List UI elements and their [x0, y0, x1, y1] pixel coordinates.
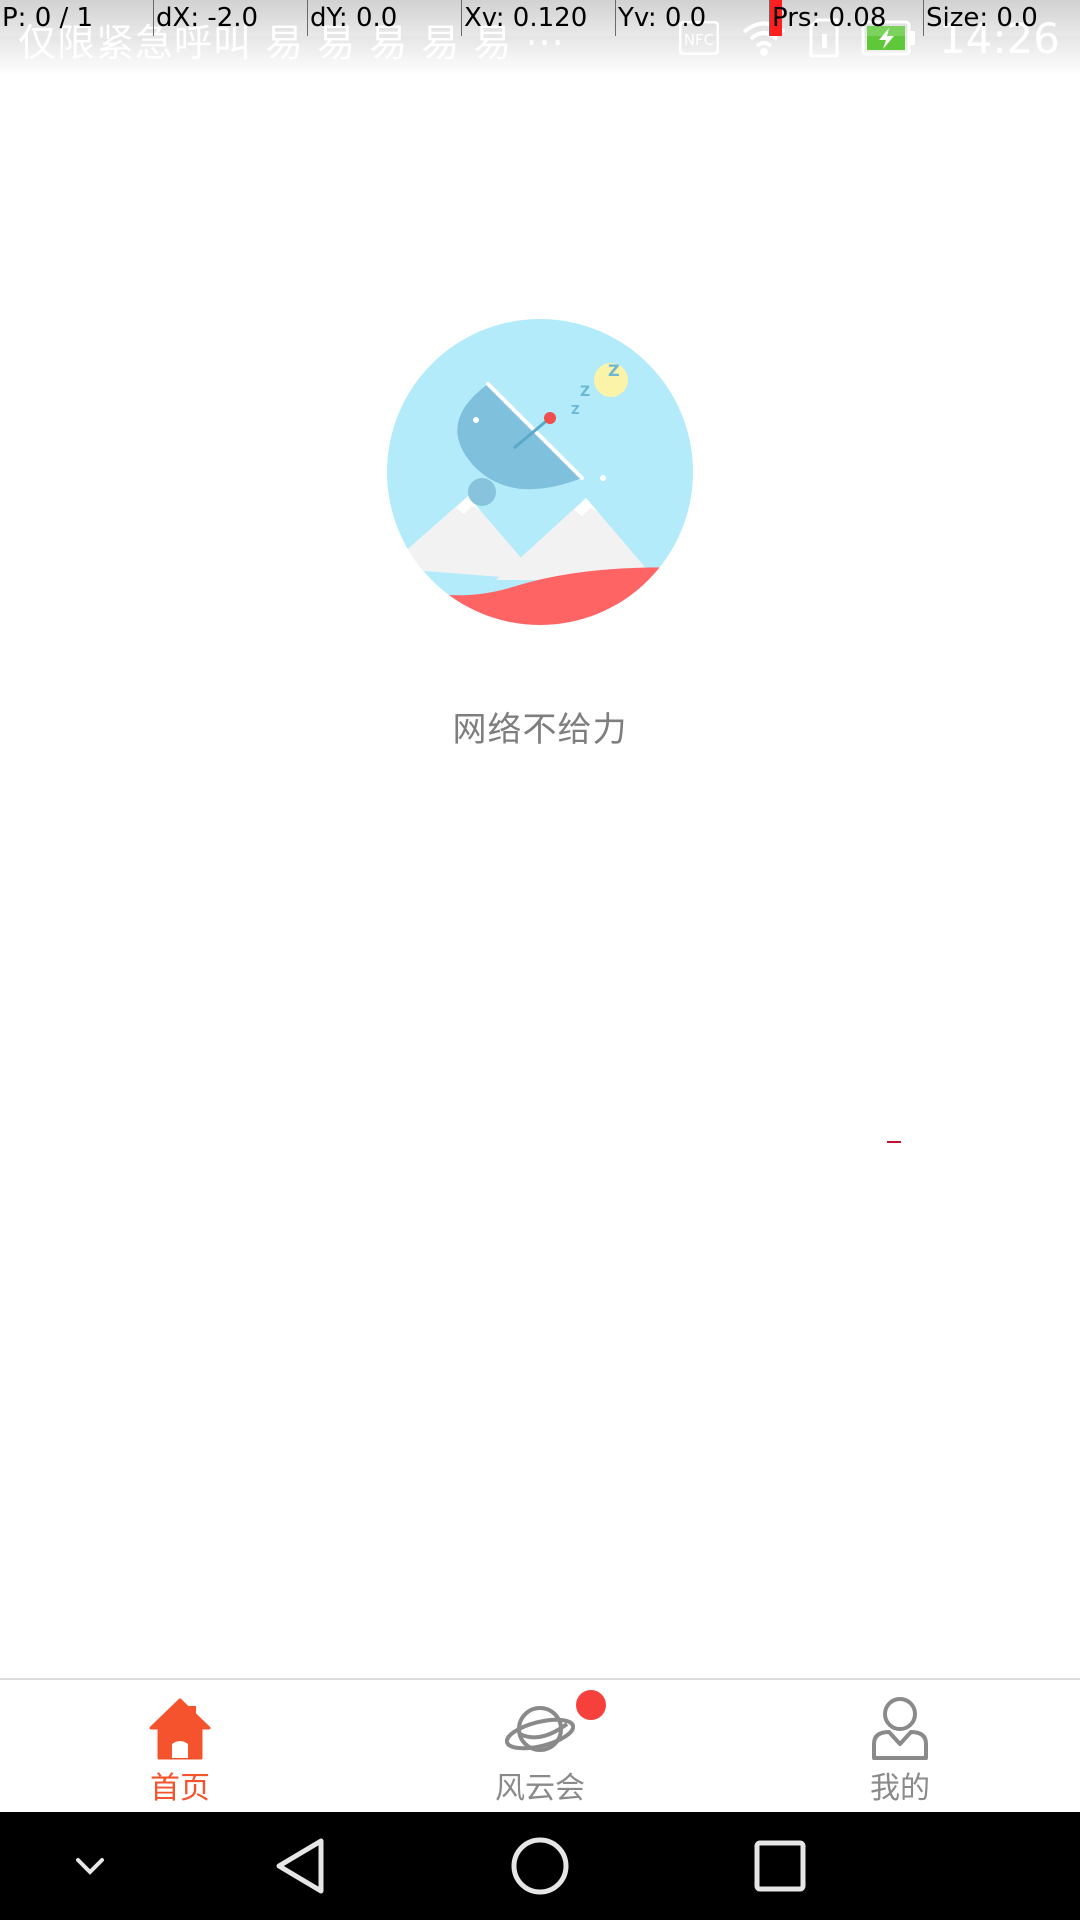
recents-icon	[754, 1840, 806, 1892]
sleeping-satellite-dish-illustration: Z Z Z	[387, 319, 693, 625]
tab-me-label: 我的	[870, 1771, 930, 1806]
svg-text:Z: Z	[571, 403, 580, 417]
collapse-button[interactable]	[60, 1812, 120, 1920]
network-error-empty-state: Z Z Z 网络不给力	[0, 318, 1080, 751]
debug-yv: Yv: 0.0	[616, 0, 770, 36]
user-profile-icon	[872, 1697, 928, 1760]
notification-badge	[576, 1690, 606, 1720]
debug-dy: dY: 0.0	[308, 0, 462, 36]
debug-size: Size: 0.0	[926, 3, 1038, 33]
back-button[interactable]	[265, 1812, 335, 1920]
svg-text:Z: Z	[580, 384, 590, 400]
debug-dx: dX: -2.0	[154, 0, 308, 36]
home-circle-icon	[511, 1837, 569, 1895]
tab-home-label: 首页	[150, 1771, 210, 1806]
tab-community[interactable]: 风云会	[360, 1680, 720, 1814]
bottom-tab-bar: 首页 风云会 我的	[0, 1678, 1080, 1814]
tab-community-label: 风云会	[495, 1771, 585, 1806]
home-icon	[149, 1698, 211, 1760]
tab-me[interactable]: 我的	[720, 1680, 1080, 1814]
debug-prs: Prs: 0.08	[770, 0, 924, 36]
system-navigation-bar	[0, 1812, 1080, 1920]
touch-trace-mark	[887, 1141, 901, 1143]
back-icon	[276, 1838, 324, 1894]
network-error-message: 网络不给力	[452, 710, 628, 750]
debug-pointer: P: 0 / 1	[0, 0, 154, 36]
collapse-icon	[76, 1858, 104, 1875]
svg-text:Z: Z	[608, 361, 620, 380]
recents-button[interactable]	[745, 1812, 815, 1920]
home-button[interactable]	[505, 1812, 575, 1920]
tab-home[interactable]: 首页	[0, 1680, 360, 1814]
pointer-debug-overlay: P: 0 / 1 dX: -2.0 dY: 0.0 Xv: 0.120 Yv: …	[0, 0, 1080, 36]
debug-xv: Xv: 0.120	[462, 0, 616, 36]
planet-icon	[505, 1706, 575, 1752]
